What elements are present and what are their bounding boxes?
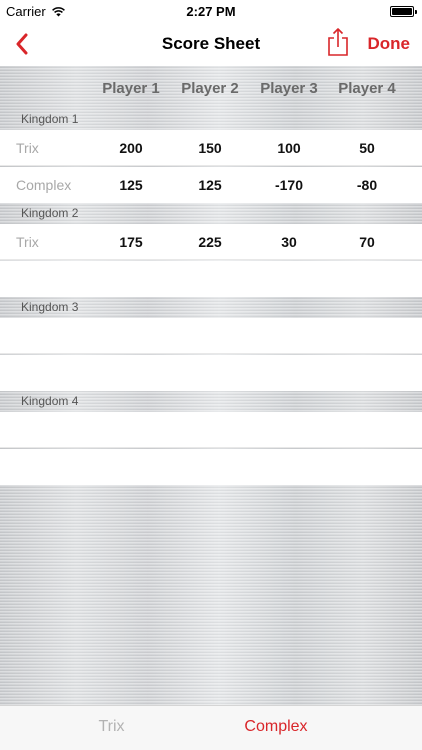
score-cell: -80	[356, 177, 378, 193]
done-button[interactable]: Done	[368, 34, 411, 54]
score-cell: 175	[119, 234, 143, 250]
table-row[interactable]: Trix 175 225 30 70	[0, 224, 422, 260]
page-title: Score Sheet	[161, 34, 261, 53]
share-icon	[328, 28, 348, 56]
kingdom-4-title: Kingdom 4	[21, 394, 79, 408]
table-row-empty[interactable]	[0, 261, 422, 297]
score-cell: 125	[198, 177, 222, 193]
score-cell: 200	[119, 140, 143, 156]
table-row-empty[interactable]	[0, 318, 422, 354]
kingdom-1-header: Kingdom 1	[0, 110, 422, 128]
table-row-empty[interactable]	[0, 355, 422, 391]
status-bar: Carrier 2:27 PM	[0, 0, 422, 22]
score-cell: -170	[274, 177, 304, 193]
player-1-header: Player 1	[102, 80, 160, 97]
table-row[interactable]: Trix 200 150 100 50	[0, 130, 422, 166]
player-header: Player 1 Player 2 Player 3 Player 4	[0, 66, 422, 110]
score-cell: 125	[119, 177, 143, 193]
tab-complex[interactable]: Complex	[211, 718, 341, 736]
kingdom-3-title: Kingdom 3	[21, 300, 79, 314]
navigation-bar: Score Sheet Done	[0, 22, 422, 66]
kingdom-2-title: Kingdom 2	[21, 206, 79, 220]
table-row-empty[interactable]	[0, 449, 422, 485]
row-label: Trix	[16, 234, 39, 250]
score-cell: 70	[359, 234, 375, 250]
kingdom-1-title: Kingdom 1	[21, 112, 79, 126]
row-label: Complex	[16, 177, 72, 193]
player-2-header: Player 2	[181, 80, 239, 97]
kingdom-4-header: Kingdom 4	[0, 392, 422, 410]
score-cell: 225	[198, 234, 222, 250]
tab-trix[interactable]: Trix	[14, 718, 209, 736]
kingdom-2-header: Kingdom 2	[0, 204, 422, 222]
tab-bar: Trix Complex	[0, 705, 422, 750]
score-cell: 100	[277, 140, 301, 156]
table-row-empty[interactable]	[0, 412, 422, 448]
score-cell: 50	[359, 140, 375, 156]
battery-icon	[390, 6, 417, 17]
score-cell: 150	[198, 140, 222, 156]
player-4-header: Player 4	[338, 80, 396, 97]
clock: 2:27 PM	[186, 4, 236, 19]
table-row[interactable]: Complex 125 125 -170 -80	[0, 167, 422, 203]
score-cell: 30	[281, 234, 297, 250]
share-button[interactable]	[322, 24, 354, 60]
player-3-header: Player 3	[260, 80, 318, 97]
row-label: Trix	[16, 140, 39, 156]
kingdom-3-header: Kingdom 3	[0, 298, 422, 316]
